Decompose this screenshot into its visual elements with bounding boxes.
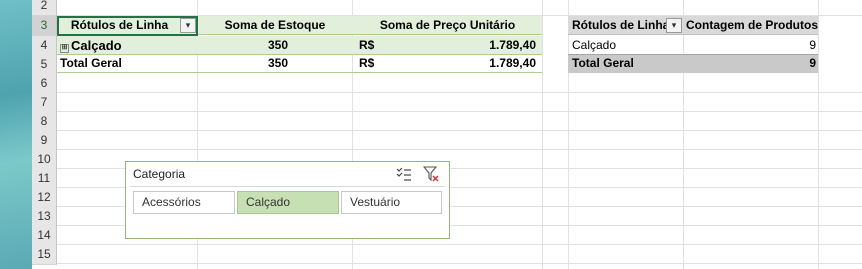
row-header-8[interactable]: 8: [32, 112, 57, 132]
gridline: [542, 0, 543, 269]
row-header-2[interactable]: 2: [32, 0, 57, 16]
gridline: [57, 244, 862, 245]
slicer-item-vestuario[interactable]: Vestuário: [341, 191, 442, 214]
pivot1-row-estoque[interactable]: 350: [198, 36, 288, 55]
filter-dropdown-icon[interactable]: ▾: [666, 18, 682, 33]
gridline: [683, 0, 684, 269]
pivot1-total-label[interactable]: Total Geral: [60, 54, 197, 73]
row-header-12[interactable]: 12: [32, 188, 57, 208]
pivot2-row-count[interactable]: 9: [686, 36, 816, 55]
pivot1-total-estoque[interactable]: 350: [198, 54, 288, 73]
gridline: [57, 130, 862, 131]
row-header-5[interactable]: 5: [32, 55, 57, 75]
row-header-7[interactable]: 7: [32, 93, 57, 113]
pivot1-total-currency[interactable]: R$: [359, 54, 399, 73]
row-header-10[interactable]: 10: [32, 150, 57, 170]
slicer-divider: [130, 186, 445, 187]
gridline: [568, 0, 569, 269]
row-header-11[interactable]: 11: [32, 169, 57, 189]
spreadsheet-area: 2 3 4 5 6 7 8 9 10 11 12 13 14 15 Rótulo…: [0, 0, 862, 269]
slicer-categoria[interactable]: Categoria Acessórios Calçado Vestuário: [125, 161, 450, 239]
pivot1-row-label: Calçado: [71, 38, 122, 53]
pivot1-total-preco[interactable]: 1.789,40: [430, 54, 536, 73]
slicer-item-acessorios[interactable]: Acessórios: [133, 191, 235, 214]
pivot1-row-preco[interactable]: 1.789,40: [430, 36, 536, 55]
pivot2-row-labels-header[interactable]: Rótulos de Linha: [572, 16, 672, 35]
gridline: [57, 263, 862, 264]
row-header-13[interactable]: 13: [32, 207, 57, 227]
pivot1-preco-header[interactable]: Soma de Preço Unitário: [353, 16, 542, 35]
pivot1-row-calcado[interactable]: ⊞ Calçado: [60, 36, 197, 55]
pivot2-count-header[interactable]: Contagem de Produtos: [686, 16, 818, 35]
pivot1-row-currency[interactable]: R$: [359, 36, 399, 55]
pivot1-estoque-header[interactable]: Soma de Estoque: [198, 16, 352, 35]
slicer-item-calcado[interactable]: Calçado: [237, 191, 339, 214]
slicer-title: Categoria: [133, 167, 186, 181]
row-header-14[interactable]: 14: [32, 226, 57, 246]
background-strip: [0, 0, 32, 269]
row-header-9[interactable]: 9: [32, 131, 57, 151]
multi-select-icon[interactable]: [395, 166, 413, 184]
gridline: [57, 92, 862, 93]
row-header-4[interactable]: 4: [32, 36, 57, 56]
row-header-15[interactable]: 15: [32, 245, 57, 265]
pivot2-total-label[interactable]: Total Geral: [572, 54, 682, 73]
gridline: [818, 0, 819, 269]
pivot2-row-label[interactable]: Calçado: [572, 36, 682, 55]
row-header-3[interactable]: 3: [32, 16, 57, 36]
pivot2-total-count[interactable]: 9: [686, 54, 816, 73]
gridline: [57, 111, 862, 112]
clear-filter-icon[interactable]: [422, 166, 440, 184]
row-header-6[interactable]: 6: [32, 74, 57, 94]
active-cell-indicator: [57, 16, 198, 36]
expand-icon[interactable]: ⊞: [60, 44, 69, 53]
gridline: [57, 149, 862, 150]
